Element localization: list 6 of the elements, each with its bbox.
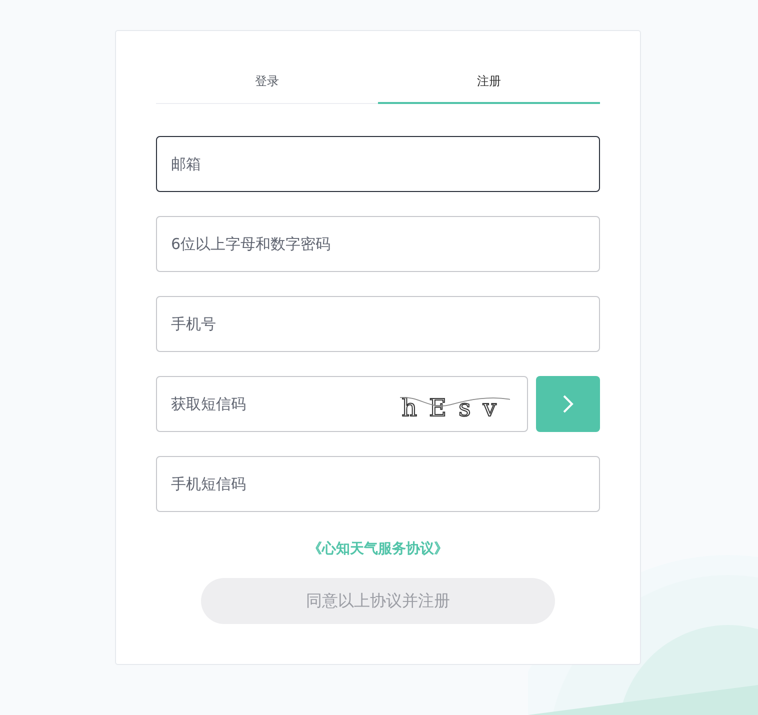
captcha-image[interactable]: hEsv bbox=[400, 386, 510, 422]
tab[interactable]: 注册 bbox=[378, 60, 600, 104]
next-button[interactable] bbox=[536, 376, 600, 432]
tab[interactable]: 登录 bbox=[156, 60, 378, 104]
input-field[interactable]: 邮箱 bbox=[156, 136, 600, 192]
chevron-right-icon bbox=[561, 393, 575, 415]
